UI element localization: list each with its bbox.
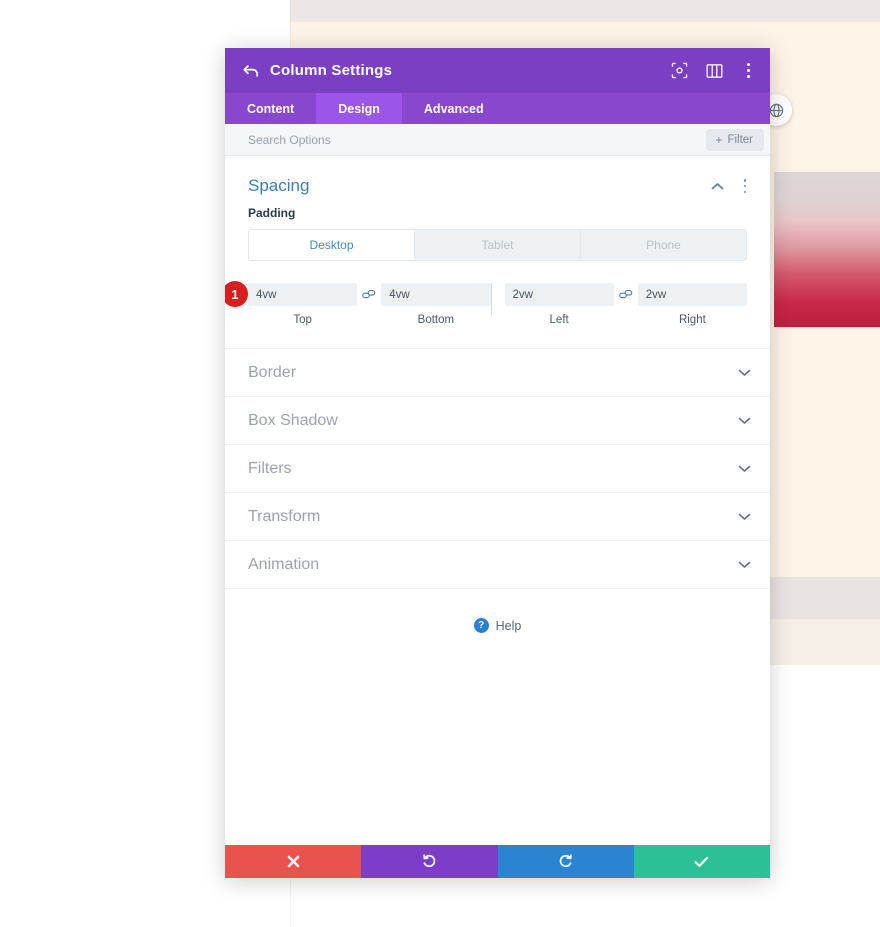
group-spacing-title: Spacing (248, 176, 310, 195)
close-x-icon (287, 855, 300, 868)
dot (743, 184, 747, 188)
padding-top-label: Top (293, 314, 312, 326)
background-top-strip (290, 0, 880, 22)
padding-bottom-field: Bottom (381, 283, 491, 326)
group-filters[interactable]: Filters (225, 445, 770, 493)
group-spacing-header[interactable]: Spacing (225, 156, 770, 206)
padding-top-field: Top (248, 283, 358, 326)
padding-bottom-input[interactable] (381, 283, 491, 306)
modal-titlebar: Column Settings (225, 48, 770, 93)
chevron-down-icon[interactable] (737, 365, 752, 380)
chevron-down-icon[interactable] (737, 461, 752, 476)
dot (746, 75, 750, 78)
tab-design[interactable]: Design (316, 93, 402, 124)
chevron-up-icon[interactable] (710, 179, 725, 194)
search-input[interactable] (248, 132, 707, 147)
group-animation-title: Animation (248, 555, 320, 573)
back-arrow-icon[interactable] (241, 61, 261, 81)
link-chain-icon[interactable] (614, 283, 638, 306)
padding-bottom-label: Bottom (417, 314, 455, 326)
group-transform[interactable]: Transform (225, 493, 770, 541)
device-tab-phone[interactable]: Phone (581, 230, 746, 260)
group-border-title: Border (248, 363, 297, 381)
chevron-down-icon[interactable] (737, 413, 752, 428)
padding-right-label: Right (678, 314, 706, 326)
cancel-button[interactable] (225, 845, 362, 878)
undo-icon (422, 854, 437, 869)
modal-body: Spacing Padding Desktop Tablet Phone 1 4… (225, 156, 770, 845)
undo-button[interactable] (361, 845, 498, 878)
save-button[interactable] (633, 845, 770, 878)
device-tab-desktop[interactable]: Desktop (249, 230, 415, 260)
padding-left-field: Left (504, 283, 614, 326)
column-settings-modal: Column Settings Content Design Advanced … (225, 48, 770, 878)
help-row[interactable]: ? Help (225, 589, 770, 633)
dot (746, 63, 750, 66)
redo-icon (558, 854, 573, 869)
help-label[interactable]: Help (496, 619, 522, 633)
help-question-icon[interactable]: ? (473, 618, 489, 633)
padding-left-input[interactable] (504, 283, 614, 306)
link-chain-icon[interactable] (357, 283, 381, 306)
background-hero-photo (774, 172, 880, 327)
redo-button[interactable] (497, 845, 634, 878)
padding-left-label: Left (549, 314, 569, 326)
padding-vertical-group: Top Bottom (248, 283, 491, 326)
group-box-shadow-title: Box Shadow (248, 411, 338, 429)
chevron-down-icon[interactable] (737, 509, 752, 524)
padding-right-input[interactable] (637, 283, 747, 306)
search-options-row: + Filter (225, 124, 770, 156)
dot (746, 69, 750, 72)
filter-button-label: Filter (727, 133, 753, 146)
titlebar-actions (670, 61, 756, 80)
layout-columns-icon[interactable] (705, 61, 724, 80)
device-tab-tablet[interactable]: Tablet (415, 230, 581, 260)
padding-label: Padding (248, 206, 296, 220)
chevron-down-icon[interactable] (737, 557, 752, 572)
padding-fields: 1 Top Bottom (225, 281, 747, 326)
modal-tabstrip: Content Design Advanced (225, 93, 770, 124)
padding-top-input[interactable] (248, 283, 358, 306)
group-animation[interactable]: Animation (225, 541, 770, 589)
more-vertical-icon[interactable] (740, 62, 756, 79)
focus-target-icon[interactable] (670, 61, 689, 80)
group-border[interactable]: Border (225, 349, 770, 397)
group-spacing: Spacing Padding Desktop Tablet Phone 1 4… (225, 156, 770, 349)
modal-title: Column Settings (270, 62, 393, 79)
modal-footer (225, 845, 770, 878)
plus-icon: + (715, 132, 723, 147)
group-filters-title: Filters (248, 459, 292, 477)
dot (743, 190, 747, 193)
group-transform-title: Transform (248, 507, 321, 525)
group-box-shadow[interactable]: Box Shadow (225, 397, 770, 445)
step-badge: 1 (225, 281, 248, 307)
check-icon (694, 856, 709, 868)
group-spacing-actions (710, 179, 752, 194)
device-tabs: Desktop Tablet Phone (248, 229, 747, 261)
group-spacing-more-icon[interactable] (738, 179, 752, 193)
tab-advanced[interactable]: Advanced (402, 93, 506, 124)
tab-content[interactable]: Content (225, 93, 316, 124)
padding-right-field: Right (637, 283, 747, 326)
padding-horizontal-group: Left Right (492, 283, 747, 326)
dot (743, 179, 747, 182)
filter-button[interactable]: + Filter (706, 128, 764, 151)
